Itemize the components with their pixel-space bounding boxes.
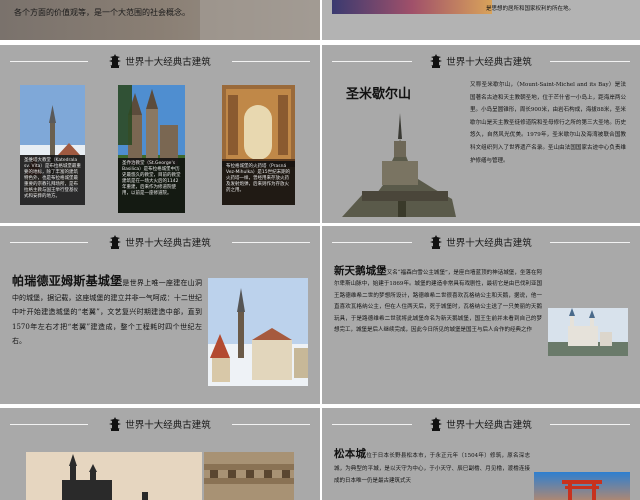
slide-5-header: 世界十大经典古建筑 bbox=[0, 416, 320, 432]
slide-3[interactable]: 世界十大经典古建筑 帕瑞德亚姆斯基城堡是世界上唯一座建在山洞中的城堡，据记载，这… bbox=[0, 226, 320, 404]
pagoda-icon bbox=[430, 417, 443, 431]
slide-1-caption-1: 圣维塔大教堂（Katedrala sv. Víta）是布拉格城堡最重要的地标，除… bbox=[20, 155, 85, 205]
slide-3-title: 世界十大经典古建筑 bbox=[125, 238, 211, 249]
neuschwanstein-image bbox=[548, 308, 628, 356]
slide-1-photo-basilica: 圣乔治教堂（St.George's Basilica）是布拉格城堡中历史最悠久的… bbox=[118, 85, 185, 213]
slide-6[interactable]: 世界十大经典古建筑 松本城位于日本长野县松本市，于永正元年（1504年）修筑，原… bbox=[322, 408, 640, 500]
pagoda-icon bbox=[430, 235, 443, 249]
slide-1-caption-3: 布拉格城堡的火药塔（Prasná Vez-Mihulka）是15世纪末期的火药塔… bbox=[222, 161, 295, 205]
slide-4-body: 新天鹅城堡又名“福森白雪公主城堡”，是座白墙蓝顶的神话城堡，坐落在阿尔卑斯山脉中… bbox=[334, 265, 542, 336]
pagoda-icon bbox=[430, 54, 443, 68]
slide-3-heading: 帕瑞德亚姆斯基城堡 bbox=[12, 274, 123, 288]
slide-3-body: 帕瑞德亚姆斯基城堡是世界上唯一座建在山洞中的城堡，据记载，这座城堡的建立并非一气… bbox=[12, 274, 202, 349]
top-right-text: 是思想的居所和国家权利的所在地。 bbox=[486, 6, 575, 12]
top-left-text: 各个方面的价值观等，是一个大范围的社会概念。 bbox=[14, 8, 190, 17]
slide-1-title: 世界十大经典古建筑 bbox=[125, 57, 211, 68]
slide-6-heading: 松本城 bbox=[334, 448, 367, 460]
slide-2-paragraph: 又称圣米歇尔山，（Mount-Saint-Michel and its Bay）… bbox=[470, 82, 626, 164]
castle-silhouette-image bbox=[26, 452, 202, 500]
slide-3-header: 世界十大经典古建筑 bbox=[0, 234, 320, 250]
slide-4[interactable]: 世界十大经典古建筑 新天鹅城堡又名“福森白雪公主城堡”，是座白墙蓝顶的神话城堡，… bbox=[322, 226, 640, 404]
slide-6-header: 世界十大经典古建筑 bbox=[322, 416, 640, 432]
pagoda-icon bbox=[109, 235, 122, 249]
slide-6-title: 世界十大经典古建筑 bbox=[446, 420, 532, 431]
slide-1-photo-tower: 布拉格城堡的火药塔（Prasná Vez-Mihulka）是15世纪末期的火药塔… bbox=[222, 85, 295, 205]
slide-6-body: 松本城位于日本长野县松本市，于永正元年（1504年）修筑，原名深志城，为典型的平… bbox=[334, 448, 530, 488]
slide-5[interactable]: 世界十大经典古建筑 bbox=[0, 408, 320, 500]
slide-4-title: 世界十大经典古建筑 bbox=[446, 238, 532, 249]
slide-2[interactable]: 世界十大经典古建筑 圣米歇尔山 又称圣米歇尔山，（Mount-Saint-Mic… bbox=[322, 45, 640, 223]
top-left-photo bbox=[0, 0, 320, 40]
slide-5-title: 世界十大经典古建筑 bbox=[125, 420, 211, 431]
slide-1-caption-2: 圣乔治教堂（St.George's Basilica）是布拉格城堡中历史最悠久的… bbox=[118, 158, 185, 213]
top-right-photo bbox=[332, 0, 492, 14]
pagoda-icon bbox=[109, 417, 122, 431]
predjama-castle-image bbox=[208, 278, 308, 386]
slide-top-right[interactable]: 是思想的居所和国家权利的所在地。 bbox=[322, 0, 640, 40]
slide-4-heading: 新天鹅城堡 bbox=[334, 265, 387, 277]
slide-2-title: 世界十大经典古建筑 bbox=[446, 57, 532, 68]
mont-saint-michel-image bbox=[342, 113, 456, 217]
pagoda-icon bbox=[109, 54, 122, 68]
slide-4-header: 世界十大经典古建筑 bbox=[322, 234, 640, 250]
slide-3-paragraph: 是世界上唯一座建在山洞中的城堡，据记载，这座城堡的建立并非一气呵成：十二世纪中叶… bbox=[12, 279, 202, 345]
slide-top-left[interactable]: 各个方面的价值观等，是一个大范围的社会概念。 bbox=[0, 0, 320, 40]
torii-gate-image bbox=[534, 472, 630, 500]
slide-2-header: 世界十大经典古建筑 bbox=[322, 53, 640, 69]
slide-1-photo-cathedral: 圣维塔大教堂（Katedrala sv. Víta）是布拉格城堡最重要的地标，除… bbox=[20, 85, 85, 205]
colosseum-image bbox=[204, 452, 294, 500]
slide-1-header: 世界十大经典古建筑 bbox=[0, 53, 320, 69]
slide-1[interactable]: 世界十大经典古建筑 圣维塔大教堂（Katedrala sv. Víta）是布拉格… bbox=[0, 45, 320, 223]
slide-4-paragraph: 又名“福森白雪公主城堡”，是座白墙蓝顶的神话城堡，坐落在阿尔卑斯山脉中，始建于1… bbox=[334, 270, 542, 334]
